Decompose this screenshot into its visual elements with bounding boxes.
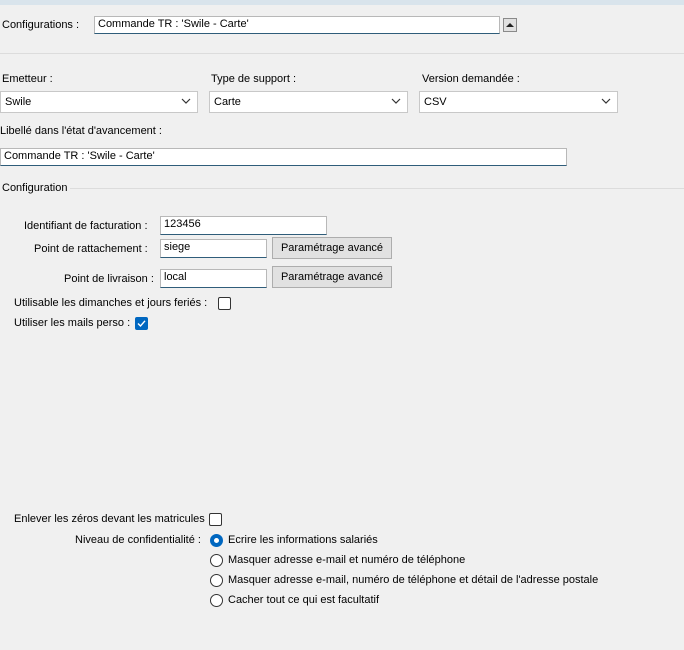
confidentialite-radio-0[interactable]: [210, 534, 223, 547]
identifiant-label: Identifiant de facturation :: [24, 220, 148, 232]
chevron-down-icon: [391, 98, 401, 104]
confidentialite-radio-2[interactable]: [210, 574, 223, 587]
confidentialite-radio-1[interactable]: [210, 554, 223, 567]
livraison-label: Point de livraison :: [64, 273, 154, 285]
dimanches-checkbox[interactable]: [218, 297, 231, 310]
separator-top: [0, 53, 684, 54]
mails-checkbox[interactable]: [135, 317, 148, 330]
livraison-advanced-button[interactable]: Paramétrage avancé: [272, 266, 392, 288]
triangle-up-icon: [506, 23, 514, 27]
libelle-field[interactable]: Commande TR : 'Swile - Carte': [0, 148, 567, 166]
rattachement-advanced-button[interactable]: Paramétrage avancé: [272, 237, 392, 259]
confidentialite-option-1[interactable]: Masquer adresse e-mail et numéro de télé…: [228, 554, 465, 567]
configuration-section-line: [70, 188, 684, 189]
chevron-down-icon: [601, 98, 611, 104]
emetteur-label: Emetteur :: [2, 73, 53, 85]
emetteur-select[interactable]: Swile: [0, 91, 198, 113]
version-label: Version demandée :: [422, 73, 520, 85]
configuration-section-title: Configuration: [2, 182, 68, 194]
version-value: CSV: [424, 96, 447, 108]
zeros-checkbox[interactable]: [209, 513, 222, 526]
chevron-down-icon: [181, 98, 191, 104]
configurations-spin-button[interactable]: [503, 18, 517, 32]
emetteur-value: Swile: [5, 96, 32, 108]
dimanches-label: Utilisable les dimanches et jours feriés…: [14, 297, 208, 309]
livraison-field[interactable]: local: [160, 269, 267, 288]
mails-label: Utiliser les mails perso :: [14, 317, 131, 329]
configurations-field[interactable]: Commande TR : 'Swile - Carte': [94, 16, 500, 34]
checkmark-icon: [137, 320, 146, 328]
confidentialite-option-2[interactable]: Masquer adresse e-mail, numéro de téléph…: [228, 574, 598, 587]
type-support-value: Carte: [214, 96, 241, 108]
libelle-label: Libellé dans l'état d'avancement :: [0, 125, 162, 137]
confidentialite-option-3[interactable]: Cacher tout ce qui est facultatif: [228, 594, 379, 607]
confidentialite-radio-3[interactable]: [210, 594, 223, 607]
version-select[interactable]: CSV: [419, 91, 618, 113]
rattachement-label: Point de rattachement :: [34, 243, 148, 255]
rattachement-field[interactable]: siege: [160, 239, 267, 258]
type-support-label: Type de support :: [211, 73, 296, 85]
confidentialite-option-0[interactable]: Ecrire les informations salariés: [228, 534, 378, 547]
confidentialite-label: Niveau de confidentialité :: [75, 534, 201, 546]
identifiant-field[interactable]: 123456: [160, 216, 327, 235]
window-top-bar: [0, 0, 684, 5]
configurations-label: Configurations :: [2, 19, 80, 31]
type-support-select[interactable]: Carte: [209, 91, 408, 113]
zeros-label: Enlever les zéros devant les matricules: [14, 513, 205, 525]
